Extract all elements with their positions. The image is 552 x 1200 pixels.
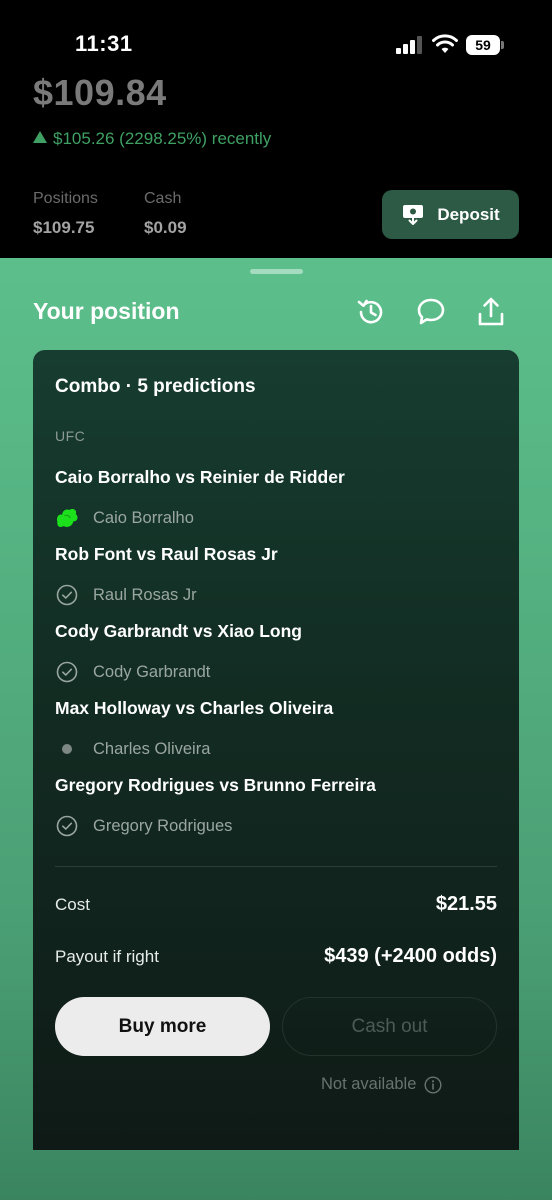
deposit-label: Deposit	[437, 204, 500, 224]
share-icon[interactable]	[475, 296, 507, 328]
cash-out-button[interactable]: Cash out	[282, 997, 497, 1056]
positions-value: $109.75	[33, 218, 95, 237]
pick-label: Caio Borralho	[93, 508, 194, 527]
green-sticker-icon	[55, 506, 79, 530]
history-icon[interactable]	[355, 296, 387, 328]
match-title: Cody Garbrandt vs Xiao Long	[55, 621, 302, 641]
cost-value: $21.55	[435, 893, 497, 915]
up-arrow-icon	[33, 131, 47, 143]
account-balance: $109.84	[33, 72, 167, 113]
wifi-icon	[432, 34, 458, 53]
balance-change-text: $105.26 (2298.25%) recently	[53, 129, 272, 148]
comment-icon[interactable]	[415, 296, 447, 328]
battery-tip	[501, 41, 504, 49]
prediction-pick: Cody Garbrandt	[55, 660, 210, 684]
buy-more-button[interactable]: Buy more	[55, 997, 270, 1056]
check-circle-icon	[55, 583, 79, 607]
divider	[55, 866, 497, 867]
league-label: UFC	[55, 428, 86, 444]
status-time: 11:31	[75, 31, 133, 56]
match-title: Gregory Rodrigues vs Brunno Ferreira	[55, 775, 376, 795]
prediction-pick: Caio Borralho	[55, 506, 194, 530]
cash-value: $0.09	[144, 218, 187, 237]
sheet-title: Your position	[33, 298, 180, 324]
pick-label: Cody Garbrandt	[93, 662, 211, 681]
cash-stat: Cash $0.09	[144, 190, 187, 238]
payout-label: Payout if right	[55, 947, 159, 966]
prediction-pick: Raul Rosas Jr	[55, 583, 197, 607]
pending-dot-icon	[55, 737, 79, 761]
pick-label: Raul Rosas Jr	[93, 585, 197, 604]
pick-label: Charles Oliveira	[93, 739, 211, 758]
deposit-button[interactable]: Deposit	[382, 190, 519, 239]
match-title: Rob Font vs Raul Rosas Jr	[55, 544, 278, 564]
payout-value: $439 (+2400 odds)	[324, 945, 497, 967]
not-available-label: Not available	[321, 1075, 417, 1093]
positions-label: Positions	[33, 190, 98, 207]
battery-icon: 59	[466, 35, 500, 55]
info-icon[interactable]	[424, 1075, 442, 1094]
match-title: Caio Borralho vs Reinier de Ridder	[55, 467, 345, 487]
check-circle-icon	[55, 814, 79, 838]
balance-change: $105.26 (2298.25%) recently	[33, 129, 271, 149]
deposit-icon	[403, 204, 424, 225]
sheet-drag-handle[interactable]	[250, 269, 303, 274]
card-title: Combo · 5 predictions	[55, 376, 256, 397]
check-circle-icon	[55, 660, 79, 684]
prediction-pick: Charles Oliveira	[55, 737, 210, 761]
prediction-pick: Gregory Rodrigues	[55, 814, 232, 838]
account-header: 11:31 59 $109.84 $105.26 (2298.25%) rece…	[0, 0, 552, 258]
position-card: Combo · 5 predictions UFC Caio Borralho …	[33, 350, 519, 1150]
positions-stat: Positions $109.75	[33, 190, 98, 238]
ticket-scalloped-edge	[33, 1136, 519, 1142]
not-available-note: Not available	[321, 1075, 442, 1094]
cost-label: Cost	[55, 895, 90, 914]
cash-label: Cash	[144, 190, 182, 207]
cellular-signal-icon	[396, 36, 422, 54]
match-title: Max Holloway vs Charles Oliveira	[55, 698, 334, 718]
pick-label: Gregory Rodrigues	[93, 816, 233, 835]
position-sheet: Your position Combo · 5 predictions UFC …	[0, 258, 552, 1200]
